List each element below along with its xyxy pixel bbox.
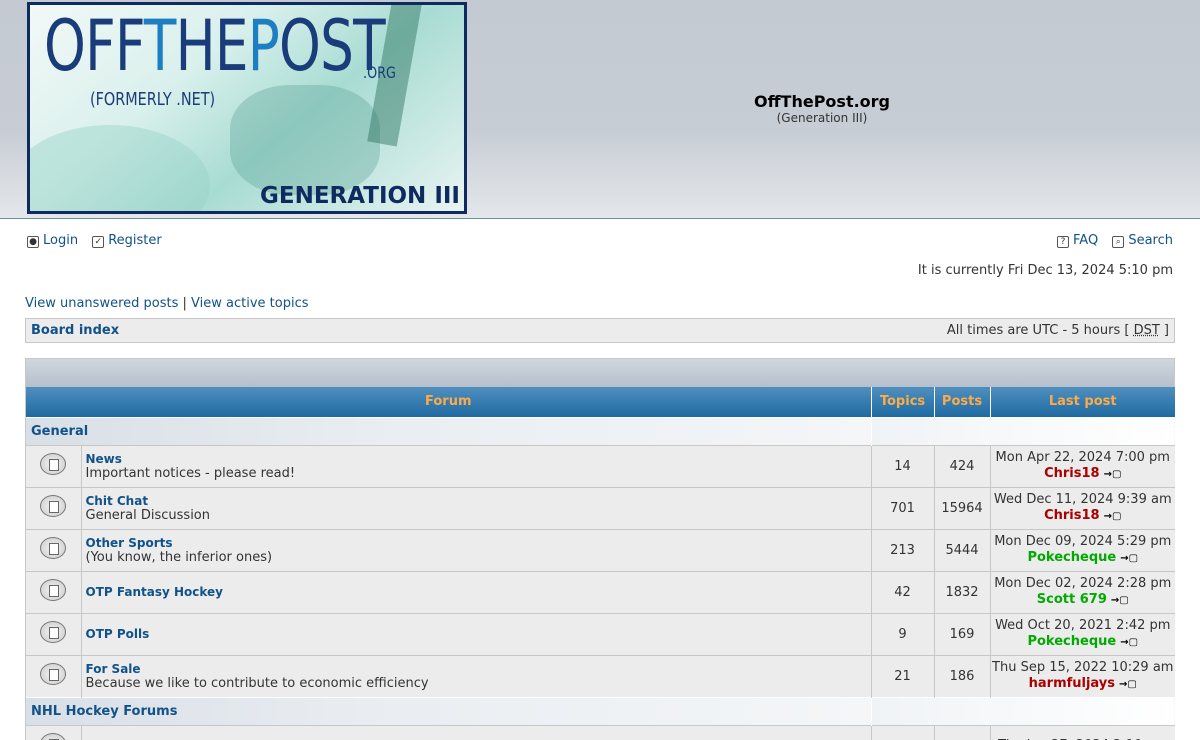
forum-row: For Sale Because we like to contribute to…	[26, 654, 1175, 697]
goto-last-post-icon[interactable]: →▢	[1119, 677, 1137, 693]
forum-row: News Important notices - please read! 14 42…	[26, 444, 1175, 487]
logo-generation: GENERATION III	[259, 183, 460, 209]
table-caption-bar	[26, 359, 1174, 387]
last-post-author-link[interactable]: Scott 679	[1037, 592, 1107, 607]
last-post-date: Mon Dec 02, 2024 2:28 pm	[994, 575, 1172, 591]
last-post-column-header: Last post	[989, 387, 1175, 417]
goto-last-post-icon[interactable]: →▢	[1120, 551, 1138, 567]
topics-count: 42	[870, 570, 934, 613]
forum-title-link[interactable]: Other Sports	[86, 536, 871, 550]
forum-read-icon	[40, 495, 67, 517]
dst-abbr: DST	[1133, 323, 1160, 338]
user-nav: ● Login ✓ Register	[27, 233, 172, 248]
logo-art	[30, 125, 210, 211]
posts-count: 5444	[933, 528, 990, 571]
topics-count	[870, 724, 934, 740]
forum-table: Forum Topics Posts Last post General New…	[25, 358, 1175, 740]
last-post-author-link[interactable]: Pokecheque	[1027, 634, 1116, 649]
topics-count: 701	[870, 486, 934, 529]
last-post-date: Mon Apr 22, 2024 7:00 pm	[995, 449, 1170, 465]
posts-count: 15964	[933, 486, 990, 529]
forum-read-icon	[40, 453, 67, 475]
posts-count: 169	[933, 612, 990, 655]
goto-last-post-icon[interactable]: →▢	[1111, 593, 1129, 609]
login-icon: ●	[27, 236, 39, 248]
logo-wordmark: OFFTHEPOST	[44, 5, 386, 87]
forum-description: General Discussion	[85, 507, 211, 523]
faq-link[interactable]: ? FAQ	[1057, 233, 1098, 248]
forum-row: Chit Chat General Discussion 701 15964 Wed D…	[26, 486, 1175, 529]
separator: |	[182, 296, 187, 311]
forum-description: Because we like to contribute to economi…	[85, 675, 429, 691]
search-link[interactable]: ⌕ Search	[1112, 233, 1173, 248]
last-post-author-link[interactable]: Pokecheque	[1027, 550, 1116, 565]
last-post-author-link[interactable]: harmfuljays	[1029, 676, 1115, 691]
forum-description: Important notices - please read!	[85, 465, 296, 481]
quick-links: View unanswered posts | View active topi…	[25, 296, 309, 311]
login-link[interactable]: ● Login	[27, 233, 78, 248]
last-post-date: Thu Sep 15, 2022 10:29 am	[992, 659, 1174, 675]
logo-art	[230, 85, 380, 195]
posts-count: 424	[933, 444, 990, 487]
goto-last-post-icon[interactable]: →▢	[1104, 467, 1122, 483]
forum-read-icon	[40, 621, 67, 643]
topics-count: 9	[870, 612, 934, 655]
table-header-row: Forum Topics Posts Last post	[26, 387, 1175, 417]
site-logo[interactable]: OFFTHEPOST .ORG (FORMERLY .NET) GENERATI…	[27, 2, 467, 214]
forum-row: OTP Polls 9 169 Wed Oct 20, 2021 2:42 pm Pok…	[26, 612, 1175, 655]
search-icon: ⌕	[1112, 236, 1125, 248]
last-post-date: Mon Dec 09, 2024 5:29 pm	[994, 533, 1172, 549]
site-subtitle: (Generation III)	[776, 111, 868, 125]
category-general-link[interactable]: General	[26, 416, 871, 445]
category-row: NHL Hockey Forums	[26, 696, 1175, 725]
breadcrumb: Board index All times are UTC - 5 hours …	[25, 318, 1175, 343]
posts-column-header: Posts	[933, 387, 990, 417]
last-post-author-link[interactable]: Chris18	[1044, 508, 1100, 523]
site-title: OffThePost.org	[753, 92, 891, 111]
category-row: General	[26, 416, 1175, 445]
timezone-info: All times are UTC - 5 hours [ DST ]	[946, 323, 1169, 338]
last-post-author-link[interactable]: Chris18	[1044, 466, 1100, 481]
posts-count: 186	[933, 654, 990, 697]
forum-title-link[interactable]: OTP Fantasy Hockey	[86, 585, 871, 599]
posts-count	[933, 724, 990, 740]
help-nav: ? FAQ ⌕ Search	[1047, 233, 1173, 248]
posts-count: 1832	[933, 570, 990, 613]
topics-count: 21	[870, 654, 934, 697]
forum-column-header: Forum	[26, 387, 871, 417]
logo-org: .ORG	[363, 63, 396, 82]
forum-read-icon	[40, 579, 67, 601]
topics-count: 213	[870, 528, 934, 571]
topics-count: 14	[870, 444, 934, 487]
site-header: OFFTHEPOST .ORG (FORMERLY .NET) GENERATI…	[0, 0, 1200, 219]
forum-row: OTP Fantasy Hockey 42 1832 Mon Dec 02, 2024…	[26, 570, 1175, 613]
category-nhl-hockey-link[interactable]: NHL Hockey Forums	[26, 696, 871, 725]
board-index-link[interactable]: Board index	[31, 323, 119, 338]
forum-read-icon	[40, 537, 67, 559]
last-post-date: Wed Dec 11, 2024 9:39 am	[993, 491, 1172, 507]
forum-title-link[interactable]: Chit Chat	[86, 494, 871, 508]
forum-read-icon	[40, 733, 67, 740]
topics-column-header: Topics	[870, 387, 934, 417]
unanswered-posts-link[interactable]: View unanswered posts	[25, 296, 178, 311]
faq-icon: ?	[1057, 236, 1069, 248]
forum-title-link[interactable]: OTP Polls	[86, 627, 871, 641]
forum-title-link[interactable]: News	[86, 452, 871, 466]
goto-last-post-icon[interactable]: →▢	[1104, 509, 1122, 525]
last-post-date: Wed Oct 20, 2021 2:42 pm	[995, 617, 1171, 633]
goto-last-post-icon[interactable]: →▢	[1120, 635, 1138, 651]
forum-read-icon	[40, 663, 67, 685]
register-icon: ✓	[92, 236, 105, 248]
register-link[interactable]: ✓ Register	[92, 233, 162, 248]
forum-row: Other Sports (You know, the inferior ones…	[26, 528, 1175, 571]
current-time: It is currently Fri Dec 13, 2024 5:10 pm	[917, 263, 1173, 278]
logo-formerly: (FORMERLY .NET)	[90, 89, 216, 110]
forum-title-link[interactable]: For Sale	[86, 662, 871, 676]
forum-row: The PlayoffsThu Jun 27, 2024 2:10 pm→▢	[26, 724, 1175, 740]
active-topics-link[interactable]: View active topics	[191, 296, 308, 311]
forum-description: (You know, the inferior ones)	[85, 549, 273, 565]
